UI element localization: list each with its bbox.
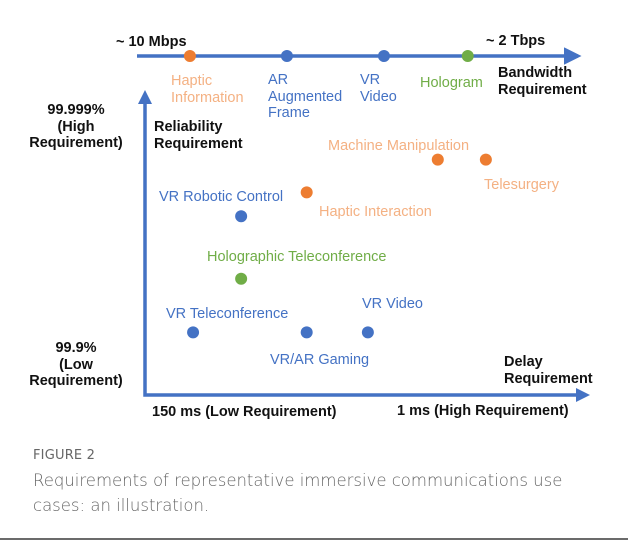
label-vr-robotic-control: VR Robotic Control [159, 189, 284, 205]
reliability-low-label: 99.9% (Low Requirement) [29, 340, 123, 390]
label-telesurgery: Telesurgery [484, 177, 559, 193]
label-machine-manipulation: Machine Manipulation [328, 138, 470, 154]
label-hologram: Hologram [420, 75, 483, 91]
label-vr-teleconference: VR Teleconference [166, 306, 289, 322]
bandwidth-axis-title: Bandwidth Requirement [498, 65, 587, 98]
label-holographic-teleconference: Holographic Teleconference [207, 249, 387, 265]
bandwidth-high-label: ~ 2 Tbps [486, 33, 546, 49]
bandwidth-point-haptic-information [183, 50, 196, 62]
label-haptic-information: Haptic Information [171, 73, 244, 106]
delay-axis-arrowhead [576, 388, 590, 402]
reliability-high-label: 99.999% (High Requirement) [29, 102, 123, 152]
figure-caption: Requirements of representative immersive… [33, 471, 563, 515]
point-haptic-interaction [300, 186, 313, 199]
label-vr-video: VR Video [362, 296, 423, 312]
reliability-axis-arrowhead [138, 90, 152, 104]
reliability-axis-title: Reliability Requirement [154, 119, 243, 152]
bandwidth-low-label: ~ 10 Mbps [116, 34, 187, 50]
bottom-divider [0, 538, 628, 540]
point-holographic-teleconference [235, 272, 248, 285]
point-vr-video [361, 326, 374, 339]
label-vr-ar-gaming: VR/AR Gaming [270, 352, 370, 368]
point-vr-robotic-control [235, 210, 248, 223]
figure-label: FIGURE 2 [33, 448, 96, 463]
delay-axis-title: Delay Requirement [504, 354, 593, 387]
point-vr-ar-gaming [300, 326, 313, 339]
point-machine-manipulation [431, 153, 444, 166]
requirements-figure: ~ 10 Mbps ~ 2 Tbps Bandwidth Requirement… [0, 0, 628, 430]
bandwidth-point-vr-video [377, 50, 390, 62]
delay-low-label: 150 ms (Low Requirement) [152, 404, 337, 420]
delay-high-label: 1 ms (High Requirement) [397, 403, 569, 419]
bandwidth-point-ar-augmented-frame [280, 50, 293, 62]
point-telesurgery [479, 153, 492, 166]
label-haptic-interaction: Haptic Interaction [319, 204, 432, 220]
point-vr-teleconference [187, 326, 200, 339]
label-vr-video-bandwidth: VR Video [360, 72, 397, 105]
bandwidth-point-hologram [461, 50, 474, 62]
label-ar-augmented-frame: AR Augmented Frame [268, 72, 343, 122]
